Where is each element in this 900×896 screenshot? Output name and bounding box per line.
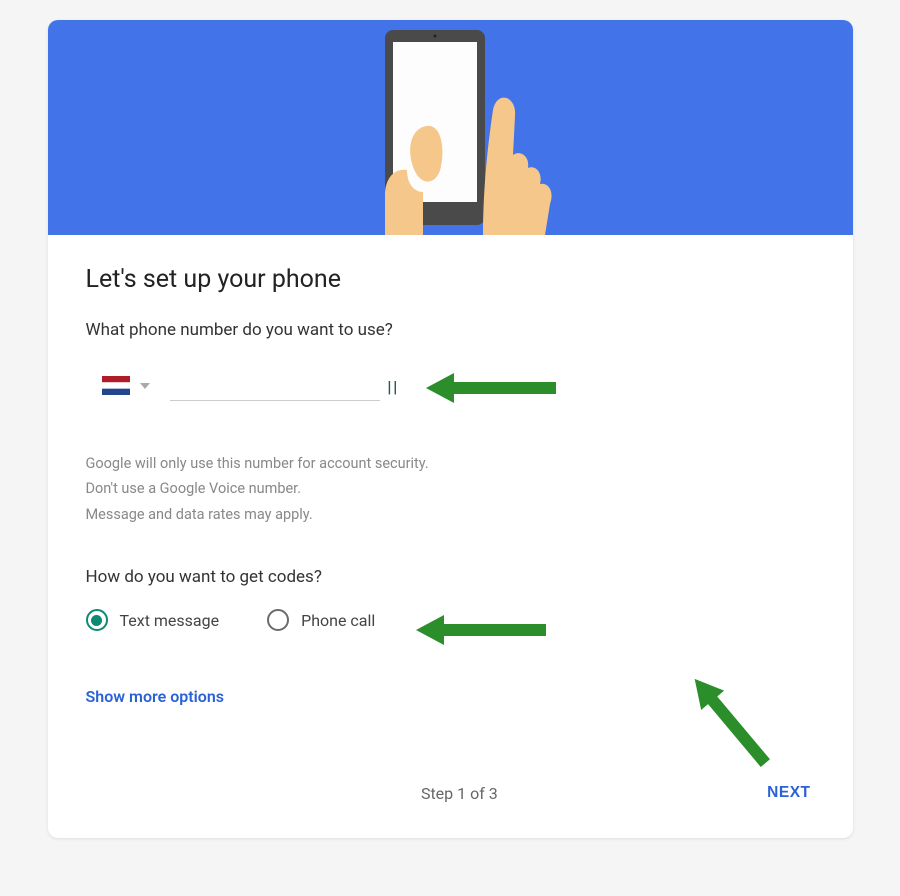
netherlands-flag-icon [102, 376, 130, 395]
phone-input-row: |‎| [86, 370, 815, 401]
page-title: Let's set up your phone [86, 265, 815, 294]
country-selector[interactable] [102, 376, 150, 401]
next-button[interactable]: NEXT [763, 776, 814, 810]
radio-group: Text message Phone call [86, 609, 815, 631]
phone-number-input[interactable] [170, 370, 380, 401]
annotation-arrow-icon [426, 363, 566, 413]
radio-label: Phone call [301, 611, 375, 630]
content-area: Let's set up your phone What phone numbe… [48, 235, 853, 838]
setup-phone-card: Let's set up your phone What phone numbe… [48, 20, 853, 838]
radio-selected-icon [86, 609, 108, 631]
annotation-arrow-icon [665, 656, 795, 786]
phone-prompt: What phone number do you want to use? [86, 320, 815, 340]
annotation-arrow-icon [416, 605, 556, 655]
helper-text: Google will only use this number for acc… [86, 451, 815, 527]
radio-label: Text message [120, 611, 220, 630]
radio-phone-call[interactable]: Phone call [267, 609, 375, 631]
radio-text-message[interactable]: Text message [86, 609, 220, 631]
step-indicator: Step 1 of 3 [421, 784, 498, 803]
codes-prompt: How do you want to get codes? [86, 567, 815, 587]
phone-in-hand-icon [345, 20, 555, 235]
radio-unselected-icon [267, 609, 289, 631]
show-more-options-link[interactable]: Show more options [86, 687, 225, 706]
helper-line: Google will only use this number for acc… [86, 451, 815, 476]
hero-illustration [48, 20, 853, 235]
helper-line: Don't use a Google Voice number. [86, 476, 815, 501]
cursor-icon: |‎| [386, 380, 398, 395]
chevron-down-icon [140, 383, 150, 389]
helper-line: Message and data rates may apply. [86, 502, 815, 527]
footer-row: Step 1 of 3 NEXT [86, 776, 815, 810]
